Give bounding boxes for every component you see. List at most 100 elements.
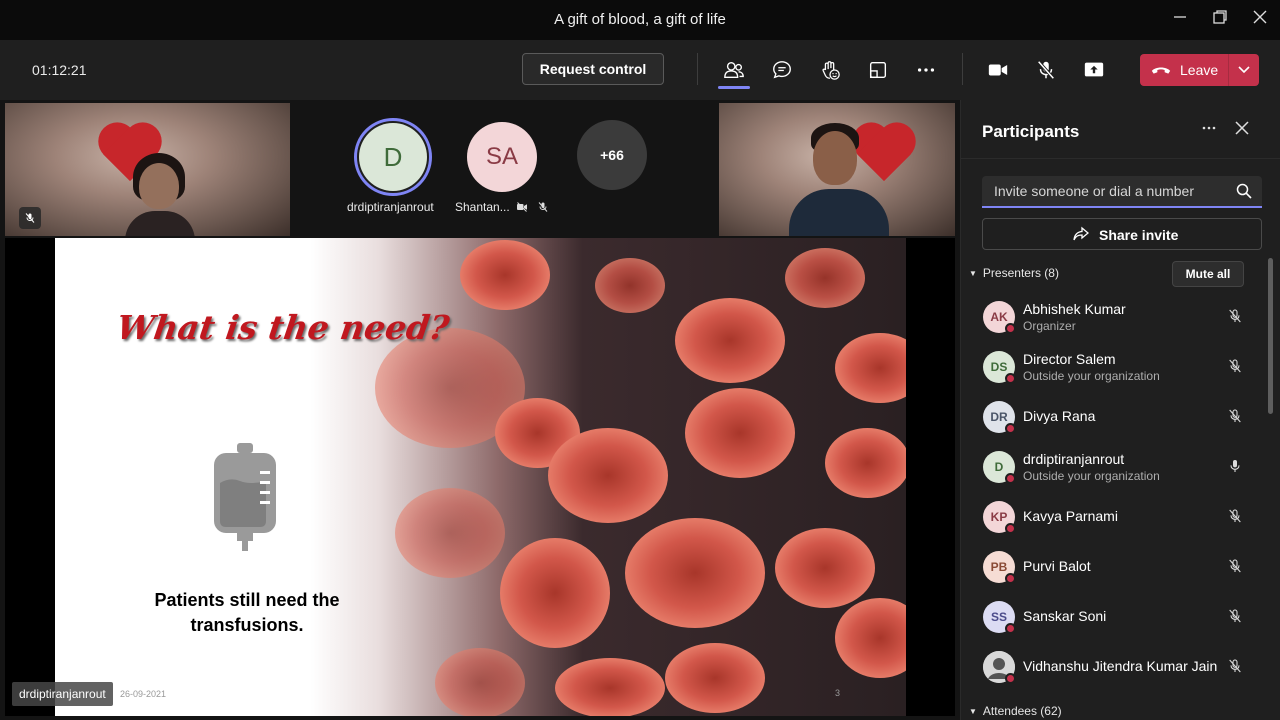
presence-status-dot <box>1005 623 1016 634</box>
rooms-icon <box>869 61 887 79</box>
leave-label: Leave <box>1180 62 1219 78</box>
search-icon[interactable] <box>1236 183 1252 199</box>
presenter-name-tag: drdiptiranjanrout <box>12 682 113 706</box>
avatar-d: D <box>359 123 427 191</box>
participant-row[interactable]: DR Divya Rana <box>961 392 1266 442</box>
window-title: A gift of blood, a gift of life <box>554 11 726 28</box>
avatar-name: drdiptiranjanrout <box>347 200 434 214</box>
slide-page-number: 3 <box>835 688 841 698</box>
mic-off-icon[interactable] <box>1227 607 1243 630</box>
meeting-timer: 01:12:21 <box>32 62 87 78</box>
mic-off-icon <box>1037 60 1055 80</box>
participant-row[interactable]: Ddrdiptiranjanrout Outside your organizat… <box>961 442 1266 492</box>
participant-row[interactable]: AK Abhishek Kumar Organizer <box>961 292 1266 342</box>
hang-up-icon <box>1151 67 1171 74</box>
mic-off-icon[interactable] <box>1227 557 1243 580</box>
participant-row[interactable]: DS Director Salem Outside your organizatio… <box>961 342 1266 392</box>
restore-button[interactable] <box>1208 8 1232 32</box>
presence-status-dot <box>1005 323 1016 334</box>
participant-name: Director Salem <box>1023 351 1116 367</box>
mic-off-icon <box>25 213 35 223</box>
share-screen-icon <box>1084 62 1104 77</box>
share-screen-button[interactable] <box>1080 56 1108 84</box>
avatar-sa[interactable]: SA <box>467 122 537 192</box>
presence-status-dot <box>1005 673 1016 684</box>
share-icon <box>1073 226 1089 241</box>
panel-divider <box>961 158 1280 159</box>
mic-off-icon[interactable] <box>1227 407 1243 430</box>
close-window-button[interactable] <box>1248 8 1272 32</box>
mic-button[interactable] <box>1032 56 1060 84</box>
presenters-section-header[interactable]: ▼ Presenters (8) <box>969 266 1059 280</box>
rooms-button[interactable] <box>864 56 892 84</box>
iv-bag-icon <box>214 443 276 551</box>
avatar-ring[interactable]: D <box>354 118 432 196</box>
video-tile-participant-1[interactable] <box>5 103 290 236</box>
chat-button[interactable] <box>768 56 796 84</box>
slide-body-text: Patients still need the transfusions. <box>127 588 367 638</box>
participant-row[interactable]: PB Purvi Balot <box>961 542 1266 592</box>
camera-button[interactable] <box>984 56 1012 84</box>
participant-name: Divya Rana <box>1023 408 1096 424</box>
toolbar-divider <box>697 53 698 85</box>
panel-scrollbar[interactable] <box>1268 258 1273 414</box>
minimize-icon <box>1174 16 1186 18</box>
slide-text-line2: transfusions. <box>190 615 304 635</box>
panel-more-button[interactable] <box>1201 120 1217 141</box>
panel-title: Participants <box>982 122 1080 141</box>
close-icon <box>1253 10 1267 24</box>
slide-title: What is the need? <box>114 308 452 347</box>
shared-content: What is the need? Patients still need th… <box>5 238 955 716</box>
participant-name: Purvi Balot <box>1023 558 1091 574</box>
mic-off-icon[interactable] <box>1227 657 1243 680</box>
participant-name: Abhishek Kumar <box>1023 301 1126 317</box>
chevron-down-icon[interactable] <box>1236 61 1252 77</box>
leave-divider <box>1228 54 1229 86</box>
participant-name: Vidhanshu Jitendra Kumar Jain <box>1023 658 1218 674</box>
participant-name: Sanskar Soni <box>1023 608 1107 624</box>
raise-hand-icon <box>822 61 840 80</box>
mic-on-icon[interactable] <box>1227 457 1243 480</box>
presence-status-dot <box>1005 573 1016 584</box>
panel-close-button[interactable] <box>1235 118 1249 141</box>
participants-button[interactable] <box>720 56 748 84</box>
participant-name: Kavya Parnami <box>1023 508 1118 524</box>
participant-row[interactable]: KP Kavya Parnami <box>961 492 1266 542</box>
restore-icon <box>1213 10 1227 24</box>
meeting-toolbar: 01:12:21 Request control Leave <box>0 40 1280 100</box>
request-control-button[interactable]: Request control <box>522 53 664 85</box>
mic-off-icon[interactable] <box>1227 307 1243 330</box>
minimize-button[interactable] <box>1168 8 1192 32</box>
mic-off-icon[interactable] <box>1227 507 1243 530</box>
toolbar-divider <box>962 53 963 85</box>
participants-panel: Participants Share invite ▼ Presenters (8… <box>960 100 1280 720</box>
participant-row[interactable]: Vidhanshu Jitendra Kumar Jain <box>961 642 1266 692</box>
leave-button[interactable]: Leave <box>1140 54 1259 86</box>
participant-muted-badge <box>19 207 41 229</box>
mic-off-icon <box>538 202 548 212</box>
more-icon <box>1202 126 1216 130</box>
avatar-name: Shantan... <box>455 200 510 214</box>
title-bar: A gift of blood, a gift of life <box>0 0 1280 40</box>
mute-all-button[interactable]: Mute all <box>1172 261 1244 287</box>
invite-input[interactable] <box>982 176 1222 206</box>
more-icon <box>917 68 935 72</box>
share-invite-button[interactable]: Share invite <box>982 218 1262 250</box>
mic-off-icon[interactable] <box>1227 357 1243 380</box>
video-tile-participant-2[interactable] <box>719 103 955 236</box>
attendees-section-header[interactable]: ▼ Attendees (62) <box>969 704 1062 718</box>
participant-name: drdiptiranjanrout <box>1023 451 1125 467</box>
participant-video <box>125 153 195 236</box>
presenters-label: Presenters (8) <box>982 266 1059 280</box>
participant-role: Outside your organization <box>1023 369 1160 383</box>
presentation-slide: What is the need? Patients still need th… <box>55 238 906 716</box>
invite-field[interactable] <box>982 176 1262 208</box>
reactions-button[interactable] <box>816 56 844 84</box>
more-participants-badge[interactable]: +66 <box>577 120 647 190</box>
participant-row[interactable]: SS Sanskar Soni <box>961 592 1266 642</box>
video-camera-icon <box>988 64 1008 76</box>
caret-down-icon: ▼ <box>969 269 977 278</box>
share-invite-label: Share invite <box>1099 227 1179 243</box>
chat-icon <box>773 61 791 79</box>
more-actions-button[interactable] <box>912 56 940 84</box>
